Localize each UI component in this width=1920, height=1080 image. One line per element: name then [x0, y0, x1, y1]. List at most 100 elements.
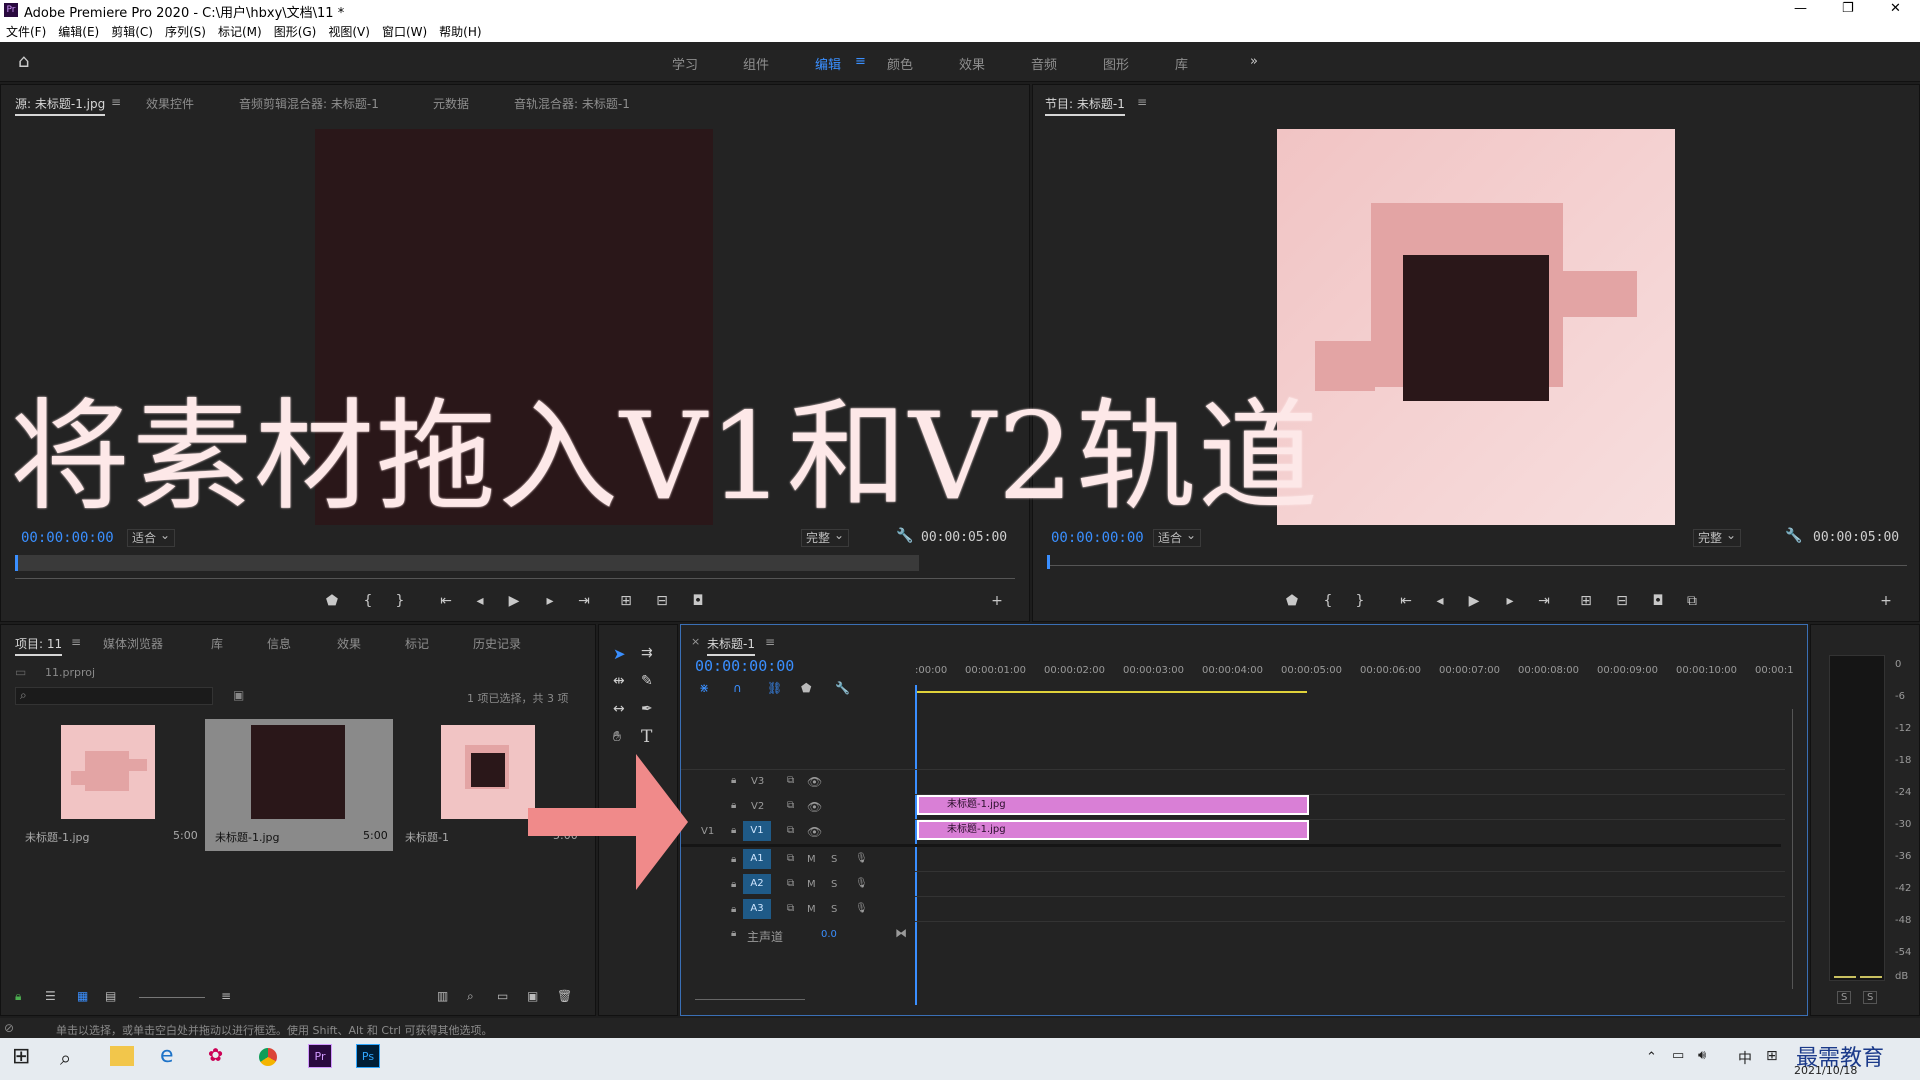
- workspace-color[interactable]: 颜色: [887, 54, 913, 73]
- mark-in-icon[interactable]: {: [357, 593, 379, 609]
- sort-icon[interactable]: ≡: [221, 989, 231, 1003]
- sync-lock-icon[interactable]: ⧉: [787, 825, 794, 836]
- timeline-timecode[interactable]: 00:00:00:00: [695, 657, 794, 675]
- thumbnail-size-slider[interactable]: [139, 997, 205, 998]
- minimize-button[interactable]: —: [1794, 1, 1807, 16]
- paint-icon[interactable]: ✿: [208, 1045, 223, 1066]
- solo-button[interactable]: S: [831, 904, 837, 915]
- lock-icon[interactable]: 🔒︎: [15, 989, 21, 1004]
- solo-button[interactable]: S: [831, 879, 837, 890]
- workspace-effects[interactable]: 效果: [959, 54, 985, 73]
- source-fit-select[interactable]: 适合: [127, 527, 176, 547]
- program-timecode[interactable]: 00:00:00:00: [1051, 530, 1144, 546]
- program-scrub-bar[interactable]: [1047, 565, 1907, 566]
- network-icon[interactable]: ▭: [1672, 1048, 1684, 1063]
- toggle-output-eye-icon[interactable]: 👁︎: [807, 775, 822, 789]
- source-settings-wrench-icon[interactable]: 🔧: [896, 528, 913, 544]
- sync-lock-icon[interactable]: ⧉: [787, 903, 794, 914]
- workspace-editing[interactable]: 编辑: [815, 54, 841, 73]
- tab-media-browser[interactable]: 媒体浏览器: [103, 635, 163, 652]
- lift-icon[interactable]: ⊞: [1575, 593, 1597, 609]
- source-zoom-bar[interactable]: [15, 578, 1015, 579]
- program-tab-menu-icon[interactable]: ≡: [1137, 95, 1147, 109]
- timeline-zoom-scrollbar[interactable]: [695, 999, 805, 1000]
- tab-program[interactable]: 节目: 未标题-1: [1045, 95, 1125, 116]
- workspace-learn[interactable]: 学习: [672, 54, 698, 73]
- close-button[interactable]: ✕: [1890, 1, 1901, 16]
- menu-window[interactable]: 窗口(W): [376, 22, 433, 42]
- workspace-audio[interactable]: 音频: [1031, 54, 1057, 73]
- meter-solo-left[interactable]: S: [1837, 991, 1852, 1004]
- chrome-icon[interactable]: [256, 1045, 280, 1069]
- timeline-close-icon[interactable]: ×: [691, 635, 700, 648]
- tab-metadata[interactable]: 元数据: [433, 95, 469, 112]
- premiere-taskbar-icon[interactable]: Pr: [308, 1044, 332, 1068]
- sync-lock-icon[interactable]: ⧉: [787, 878, 794, 889]
- menu-edit[interactable]: 编辑(E): [52, 22, 105, 42]
- tab-track-mixer[interactable]: 音轨混合器: 未标题-1: [514, 95, 630, 112]
- razor-tool-icon[interactable]: ✎: [641, 673, 653, 689]
- selection-tool-icon[interactable]: ➤: [613, 645, 626, 663]
- menu-markers[interactable]: 标记(M): [212, 22, 268, 42]
- tab-audio-clip-mixer[interactable]: 音频剪辑混合器: 未标题-1: [239, 95, 379, 112]
- ripple-edit-tool-icon[interactable]: ⇹: [613, 673, 625, 689]
- project-search-input[interactable]: ⌕: [15, 687, 213, 705]
- workspace-menu-icon[interactable]: ≡: [855, 54, 866, 69]
- ime-indicator[interactable]: 中: [1738, 1048, 1752, 1068]
- source-playhead[interactable]: [15, 555, 18, 571]
- program-mark-in-icon[interactable]: {: [1317, 593, 1339, 609]
- tab-source[interactable]: 源: 未标题-1.jpg: [15, 95, 106, 116]
- new-search-bin-icon[interactable]: ▣: [233, 688, 244, 702]
- workspace-libraries[interactable]: 库: [1175, 54, 1188, 73]
- clip-v2[interactable]: 未标题-1.jpg: [917, 795, 1309, 815]
- menu-file[interactable]: 文件(F): [0, 22, 52, 42]
- tab-info[interactable]: 信息: [267, 635, 291, 652]
- mute-button[interactable]: M: [807, 879, 816, 890]
- source-timecode[interactable]: 00:00:00:00: [21, 530, 114, 546]
- meter-solo-right[interactable]: S: [1863, 991, 1878, 1004]
- find-icon[interactable]: ⌕: [467, 989, 474, 1004]
- step-forward-icon[interactable]: ▸: [539, 593, 561, 609]
- workspace-graphics[interactable]: 图形: [1103, 54, 1129, 73]
- file-explorer-icon[interactable]: [110, 1046, 134, 1066]
- go-to-out-icon[interactable]: ⇥: [573, 593, 595, 609]
- sequence-tab-menu-icon[interactable]: ≡: [765, 635, 775, 649]
- tab-project[interactable]: 项目: 11: [15, 635, 63, 656]
- program-settings-wrench-icon[interactable]: 🔧: [1785, 528, 1802, 544]
- lock-track-icon[interactable]: 🔒︎: [731, 775, 736, 786]
- photoshop-taskbar-icon[interactable]: Ps: [356, 1044, 380, 1068]
- lock-track-icon[interactable]: 🔒︎: [731, 879, 736, 890]
- master-volume-value[interactable]: 0.0: [821, 929, 837, 940]
- program-go-to-in-icon[interactable]: ⇤: [1395, 593, 1417, 609]
- windows-start-icon[interactable]: ⊞: [12, 1044, 30, 1069]
- lock-track-icon[interactable]: 🔒︎: [731, 928, 736, 939]
- sync-lock-icon[interactable]: ⧉: [787, 775, 794, 786]
- toggle-output-eye-icon[interactable]: 👁︎: [807, 800, 822, 814]
- add-marker-icon[interactable]: ⬟: [321, 593, 343, 609]
- tab-sequence[interactable]: 未标题-1: [707, 635, 755, 656]
- slip-tool-icon[interactable]: ↔: [613, 701, 625, 717]
- tray-chevron-icon[interactable]: ⌃: [1646, 1050, 1657, 1065]
- track-label-a1[interactable]: A1: [743, 849, 771, 869]
- insert-icon[interactable]: ⊞: [615, 593, 637, 609]
- comparison-view-icon[interactable]: ⧉: [1681, 593, 1703, 609]
- clip-v1[interactable]: 未标题-1.jpg: [917, 820, 1309, 840]
- timeline-settings-icon[interactable]: 🔧: [835, 681, 850, 695]
- tab-effects[interactable]: 效果: [337, 635, 361, 652]
- menu-graphics[interactable]: 图形(G): [268, 22, 323, 42]
- edge-icon[interactable]: e: [160, 1043, 174, 1068]
- workspace-more-icon[interactable]: »: [1250, 54, 1258, 69]
- new-bin-icon[interactable]: ▭: [497, 989, 508, 1003]
- volume-icon[interactable]: 🔊︎: [1698, 1048, 1706, 1063]
- play-icon[interactable]: ▶: [503, 593, 525, 609]
- mute-button[interactable]: M: [807, 904, 816, 915]
- extract-icon[interactable]: ⊟: [1611, 593, 1633, 609]
- track-label-a2[interactable]: A2: [743, 874, 771, 894]
- program-play-icon[interactable]: ▶: [1463, 593, 1485, 609]
- sync-lock-icon[interactable]: ⧉: [787, 853, 794, 864]
- menu-sequence[interactable]: 序列(S): [159, 22, 212, 42]
- lock-track-icon[interactable]: 🔒︎: [731, 854, 736, 865]
- maximize-button[interactable]: ❐: [1842, 1, 1854, 16]
- program-quality-select[interactable]: 完整: [1693, 527, 1742, 547]
- project-tab-menu-icon[interactable]: ≡: [71, 635, 81, 649]
